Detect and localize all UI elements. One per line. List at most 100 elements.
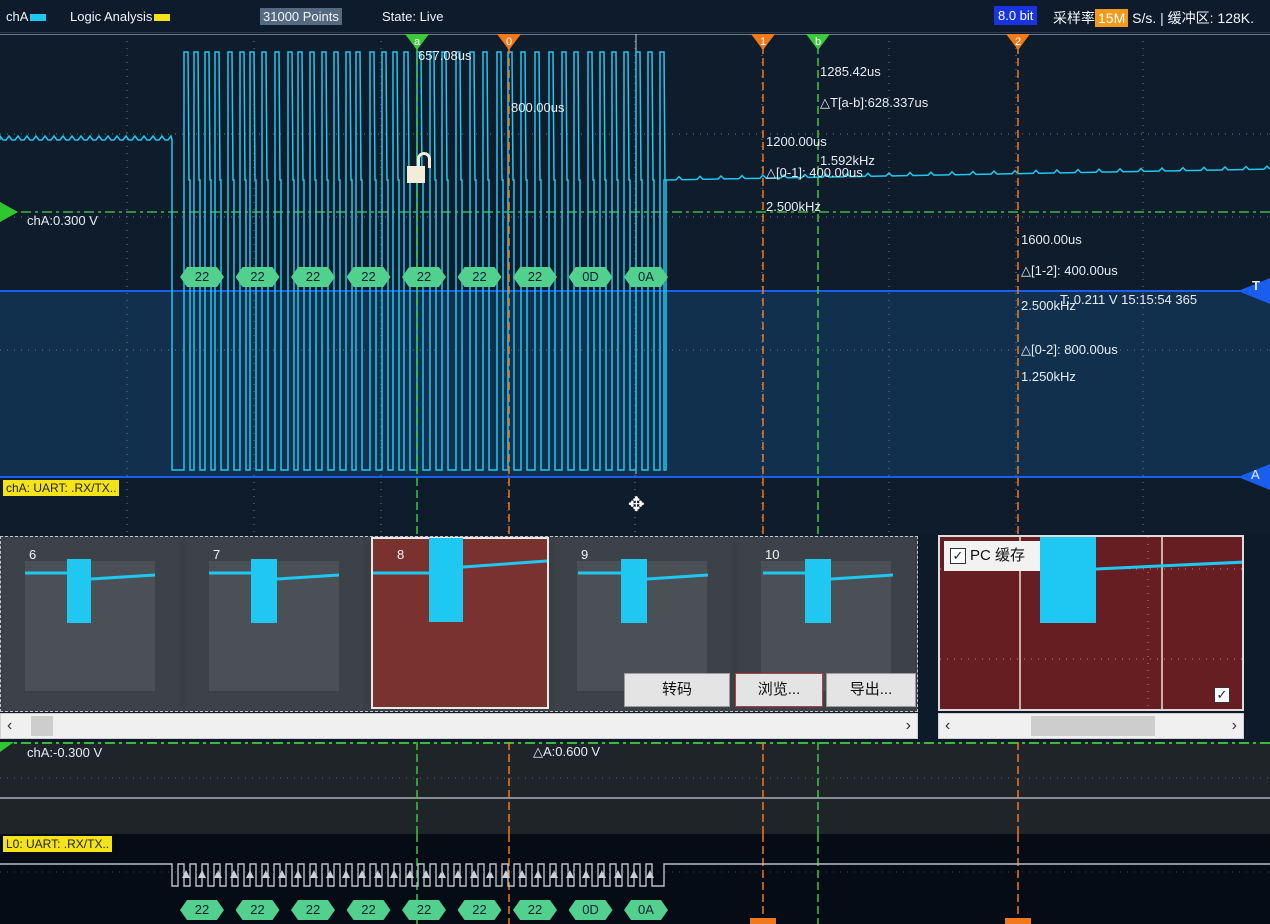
sample-rate-label: 采样率 [1053,10,1095,26]
logic-decoder-tag[interactable]: L0: UART: .RX/TX.. [3,836,113,852]
pc-cache-checkbox[interactable]: ✓ PC 缓存 [944,541,1040,571]
edge-arrow-icon [470,870,478,878]
decoded-byte[interactable]: 0A [624,267,668,287]
edge-arrow-icon [582,870,590,878]
decoded-byte[interactable]: 0D [568,267,613,287]
delta-12: △[1-2]: 400.00us [1021,263,1118,278]
decoder-tag[interactable]: chA: UART: .RX/TX.. [3,480,120,496]
logic-label: Logic Analysis [70,9,153,24]
edge-arrow-icon [454,870,462,878]
logic-legend[interactable]: Logic Analysis [70,9,171,24]
edge-arrow-icon [534,870,542,878]
edge-arrow-icon [390,870,398,878]
edge-arrow-icon [374,870,382,878]
thumb-burst [805,559,831,623]
edge-arrow-icon [422,870,430,878]
scroll-left-icon[interactable]: ‹ [7,717,12,735]
thumb-signal [462,559,548,569]
pc-cache-panel[interactable]: ✓ PC 缓存 ✓ [938,535,1244,711]
decoded-byte[interactable]: 22 [180,900,224,920]
decoded-byte[interactable]: 22 [235,267,280,287]
edge-arrow-icon [230,870,238,878]
transcode-button[interactable]: 转码 [624,673,730,707]
thumb-signal [276,573,340,581]
pc-signal [1095,560,1242,571]
edge-arrow-icon [438,870,446,878]
decoded-byte[interactable]: 22 [457,900,502,920]
decoded-byte[interactable]: 22 [513,900,557,920]
freq-01: 2.500kHz [766,199,821,214]
edge-arrow-icon [262,870,270,878]
scrollbar-thumb[interactable] [1031,716,1155,736]
logic-analyzer-area[interactable]: L0: UART: .RX/TX.. 22 22 22 22 22 22 22 0D 0A [0,834,1270,924]
scroll-left-icon[interactable]: ‹ [945,717,950,735]
decoded-byte[interactable]: 0A [624,900,668,920]
decoded-byte[interactable]: 22 [291,267,335,287]
unlock-icon[interactable] [405,152,435,186]
delta-amplitude: △A:0.600 V [533,744,601,759]
edge-arrow-icon [326,870,334,878]
browse-button[interactable]: 浏览... [735,673,823,707]
decoded-byte[interactable]: 0D [568,900,613,920]
edge-arrow-icon [358,870,366,878]
delta-01: △[0-1]: 400.00us [766,165,863,180]
state-label: State: Live [382,9,444,24]
bit-depth-text: 8.0 bit [994,6,1038,25]
channel-legend[interactable]: chA [6,9,47,24]
move-cursor-icon: ✥ [628,494,645,516]
freq-02: 1.250kHz [1021,369,1076,384]
edge-arrow-icon [598,870,606,878]
edge-arrow-icon [486,870,494,878]
scroll-right-icon[interactable]: › [1232,717,1237,735]
lower-waveform-area[interactable]: chA:-0.300 V △A:0.600 V [0,742,1270,834]
cursor-2-letter: 2 [1015,36,1021,48]
export-button[interactable]: 导出... [826,673,916,707]
cha-level-bottom: chA:-0.300 V [27,745,103,760]
edge-arrow-icon [246,870,254,878]
thumbnails-scrollbar[interactable]: ‹ › [0,713,918,739]
decoded-byte[interactable]: 22 [346,267,391,287]
cursor-a-time: 657.08us [418,48,472,63]
thumb-burst [621,559,647,623]
thumb-signal [90,573,156,581]
sample-rate[interactable]: 采样率 15M S/s. | 缓冲区: 128K. [1053,8,1254,28]
bit-depth-badge[interactable]: 8.0 bit [994,6,1038,25]
trigger-info: T: 0.211 V 15:15:54 365 [1060,292,1198,307]
logic-color-swatch [154,14,171,22]
cursor-1-letter: 1 [760,36,766,48]
delta-02: △[0-2]: 800.00us [1021,342,1118,357]
thumb-burst [67,559,91,623]
edge-arrow-icon [214,870,222,878]
channel-label: chA [6,9,29,24]
decoded-byte[interactable]: 22 [402,900,446,920]
pc-burst [1040,537,1096,623]
decoded-byte[interactable]: 22 [346,900,391,920]
channel-marker-label: A [1251,467,1260,482]
decoded-byte[interactable]: 22 [513,267,557,287]
decoded-byte[interactable]: 22 [180,267,224,287]
edge-arrow-icon [294,870,302,878]
decoded-byte[interactable]: 22 [291,900,335,920]
cursor-b-letter: b [815,36,821,48]
edge-arrow-icon [646,870,654,878]
selection-checkbox[interactable]: ✓ [1214,687,1230,703]
waveform-display[interactable]: a b 0 1 2 657.08us 800.00us 1285.42us △T[a-b… [0,34,1270,534]
points-count[interactable]: 31000 Points [260,8,342,25]
edge-arrow-icon [182,870,190,878]
pc-cache-label: PC 缓存 [970,547,1026,564]
scrollbar-thumb[interactable] [31,716,53,736]
cursor-a-letter: a [414,36,421,48]
decoded-byte[interactable]: 22 [457,267,502,287]
edge-arrow-icon [550,870,558,878]
edge-arrow-icon [310,870,318,878]
cursor-0-letter: 0 [506,36,512,48]
channel-color-swatch [30,14,47,22]
decoded-byte[interactable]: 22 [402,267,446,287]
cursor-b-time: 1285.42us [820,64,881,79]
pc-cache-scrollbar[interactable]: ‹ › [938,713,1244,739]
edge-arrow-icon [342,870,350,878]
cha-level-label: chA:0.300 V [27,213,98,228]
thumb-signal [830,573,894,581]
scroll-right-icon[interactable]: › [906,717,911,735]
decoded-byte[interactable]: 22 [235,900,280,920]
